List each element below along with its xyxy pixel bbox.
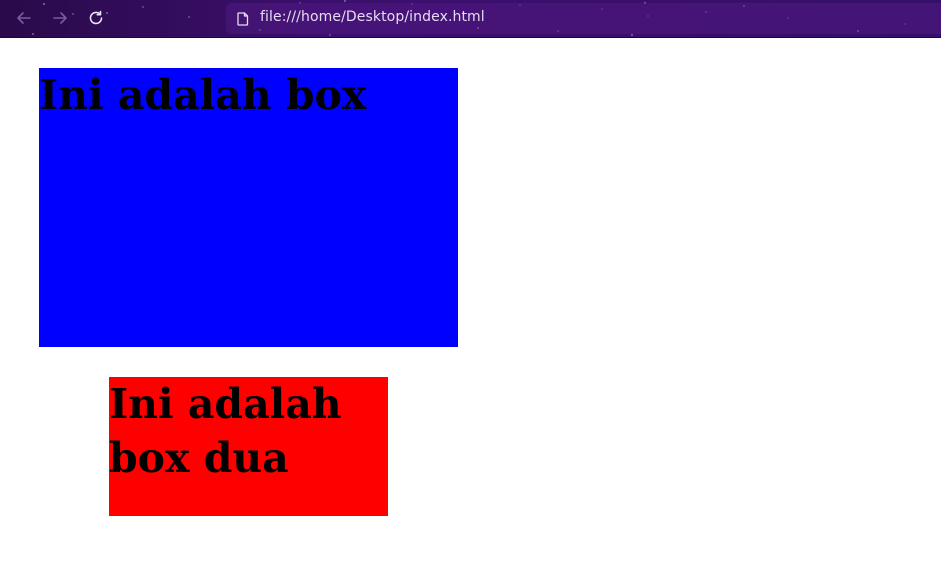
box-two-heading: Ini adalah box dua (109, 380, 342, 482)
address-bar[interactable]: file:///home/Desktop/index.html (226, 3, 941, 34)
box-one: Ini adalah box (39, 68, 458, 347)
box-two: Ini adalah box dua (109, 377, 388, 516)
browser-toolbar: file:///home/Desktop/index.html (0, 0, 941, 38)
reload-button[interactable] (85, 7, 107, 29)
box-one-heading: Ini adalah box (39, 71, 367, 119)
url-text[interactable]: file:///home/Desktop/index.html (260, 9, 485, 25)
back-button[interactable] (13, 7, 35, 29)
page-icon (236, 11, 250, 27)
arrow-right-icon (53, 12, 67, 24)
arrow-left-icon (17, 12, 31, 24)
forward-button[interactable] (49, 7, 71, 29)
reload-icon (89, 10, 103, 25)
